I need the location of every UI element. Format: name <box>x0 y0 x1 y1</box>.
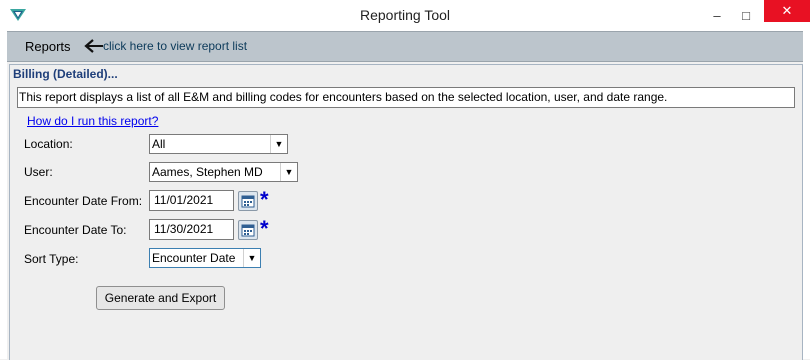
date-to-input[interactable]: 11/30/2021 <box>149 219 234 240</box>
arrow-left-icon[interactable] <box>83 38 105 54</box>
generate-export-button[interactable]: Generate and Export <box>96 286 225 310</box>
report-description: This report displays a list of all E&M a… <box>19 90 668 104</box>
location-label: Location: <box>24 137 73 151</box>
howto-link[interactable]: How do I run this report? <box>27 114 158 128</box>
calendar-button-from[interactable] <box>238 191 258 211</box>
sort-type-value: Encounter Date <box>152 251 236 265</box>
sort-type-select[interactable]: Encounter Date ▼ <box>149 248 261 268</box>
window-border-right <box>803 31 810 359</box>
required-marker-from: * <box>260 187 269 212</box>
chevron-down-icon: ▼ <box>270 135 287 153</box>
location-select[interactable]: All ▼ <box>149 134 288 154</box>
maximize-button[interactable]: □ <box>726 0 766 31</box>
location-value: All <box>152 137 166 151</box>
date-from-value: 11/01/2021 <box>154 193 214 207</box>
calendar-icon <box>241 195 255 208</box>
user-label: User: <box>24 165 53 179</box>
toolbar: Reports click here to view report list <box>7 31 803 62</box>
window-border-left <box>0 31 7 359</box>
date-to-label: Encounter Date To: <box>24 223 127 237</box>
sort-type-label: Sort Type: <box>24 252 79 266</box>
report-panel <box>9 64 803 360</box>
close-button[interactable]: ✕ <box>764 0 810 22</box>
calendar-button-to[interactable] <box>238 220 258 240</box>
date-from-label: Encounter Date From: <box>24 194 143 208</box>
required-marker-to: * <box>260 216 269 241</box>
chevron-down-icon: ▼ <box>243 249 260 267</box>
window-title: Reporting Tool <box>359 7 451 23</box>
reports-label: Reports <box>25 39 71 54</box>
chevron-down-icon: ▼ <box>280 163 297 181</box>
report-title: Billing (Detailed)... <box>13 67 118 81</box>
calendar-icon <box>241 224 255 237</box>
view-report-list-link[interactable]: click here to view report list <box>103 32 247 61</box>
date-to-value: 11/30/2021 <box>154 222 214 236</box>
date-from-input[interactable]: 11/01/2021 <box>149 190 234 211</box>
user-value: Aames, Stephen MD <box>152 165 263 179</box>
user-select[interactable]: Aames, Stephen MD ▼ <box>149 162 298 182</box>
